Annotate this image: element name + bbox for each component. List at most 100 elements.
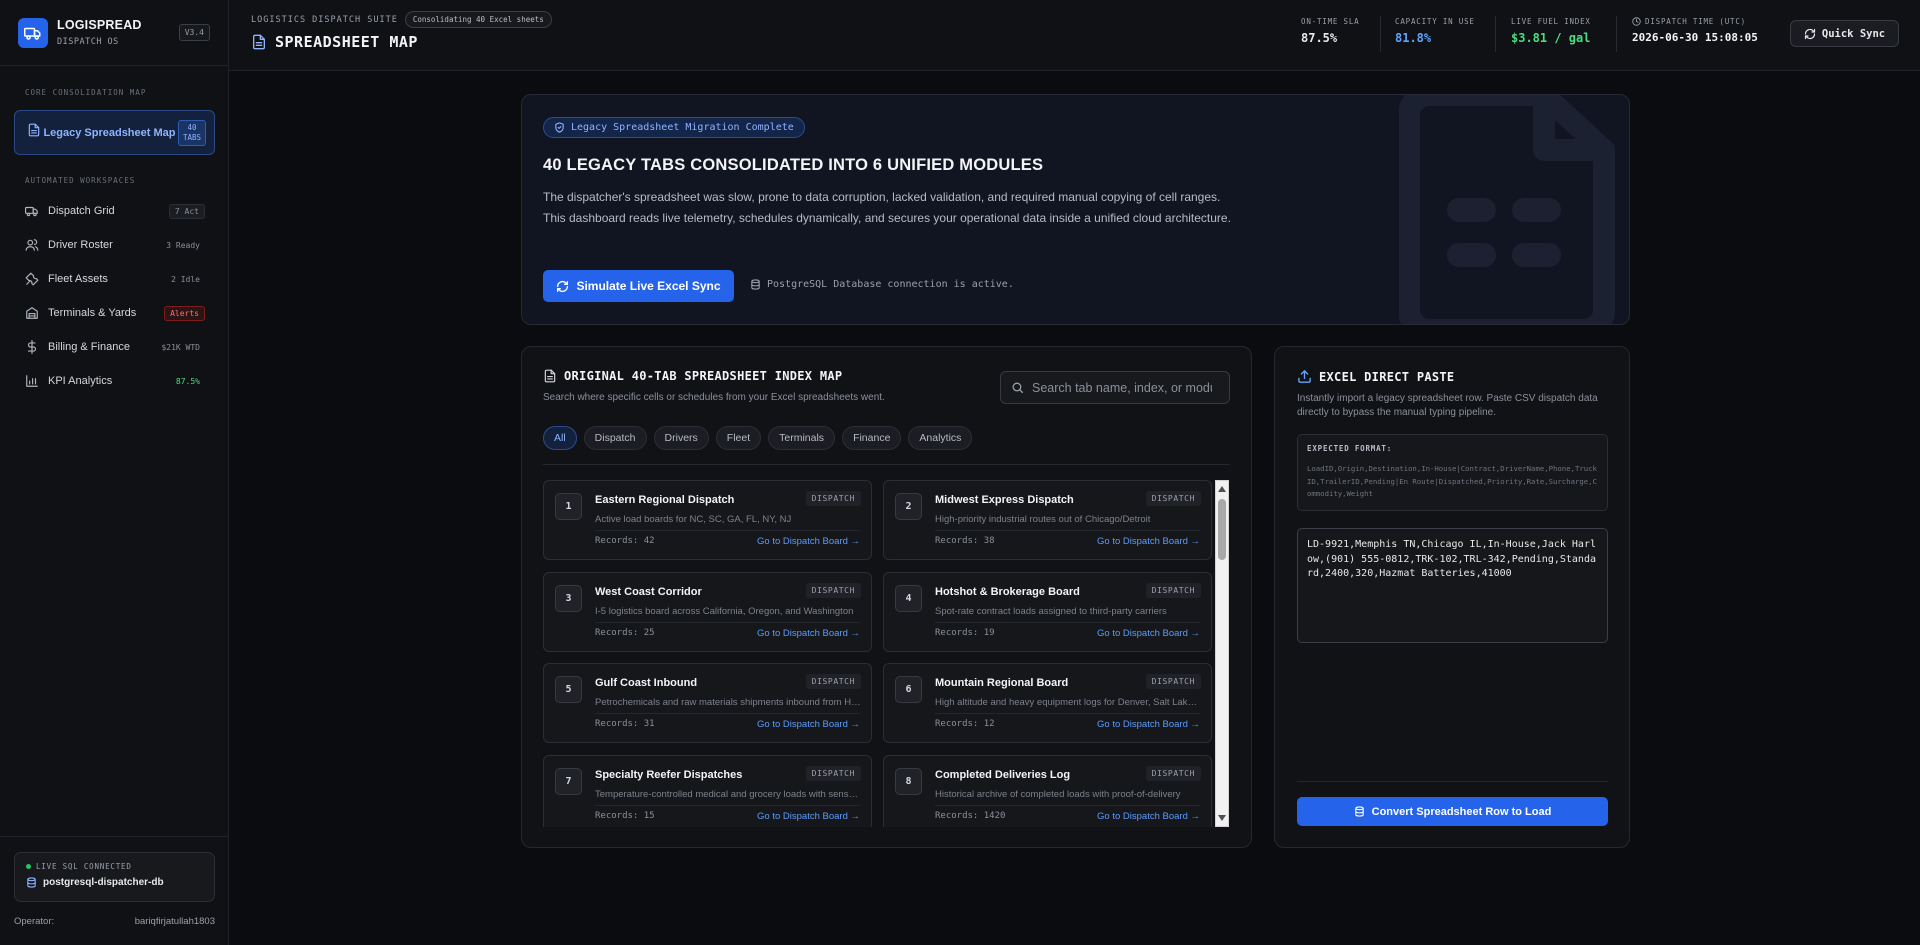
filter-drivers[interactable]: Drivers	[653, 426, 709, 450]
database-icon	[26, 877, 37, 888]
go-to-board-link[interactable]: Go to Dispatch Board →	[757, 536, 860, 547]
filter-dispatch[interactable]: Dispatch	[583, 426, 647, 450]
divider	[595, 530, 860, 531]
sidebar-item-label: Fleet Assets	[48, 273, 108, 285]
divider	[935, 622, 1200, 623]
go-to-board-link[interactable]: Go to Dispatch Board →	[757, 811, 860, 822]
shield-check-icon	[554, 122, 565, 133]
records-count: Records: 38	[935, 536, 995, 546]
tab-card[interactable]: 8 Completed Deliveries Log DISPATCH Hist…	[883, 755, 1212, 827]
sidebar: LOGISPREAD DISPATCH OS V3.4 CORE CONSOLI…	[0, 0, 229, 945]
cards-scrollbar[interactable]	[1215, 480, 1229, 827]
quick-sync-label: Quick Sync	[1821, 27, 1886, 40]
sidebar-item-billing-finance[interactable]: Billing & Finance $21K WTD	[0, 330, 229, 364]
module-tag: DISPATCH	[1145, 491, 1201, 506]
badge-count: 40	[187, 122, 197, 132]
sidebar-item-driver-roster[interactable]: Driver Roster 3 Ready	[0, 228, 229, 262]
sidebar-item-label: Terminals & Yards	[48, 307, 137, 319]
suite-label: LOGISTICS DISPATCH SUITE	[251, 14, 398, 25]
metric-dispatch-time: DISPATCH TIME (UTC) 2026-06-30 15:08:05	[1632, 17, 1758, 44]
go-to-board-link[interactable]: Go to Dispatch Board →	[1097, 811, 1200, 822]
tabs-count-badge: 40 TABS	[177, 119, 206, 146]
module-tag: DISPATCH	[1145, 583, 1201, 598]
tab-description: Temperature-controlled medical and groce…	[595, 789, 861, 800]
divider	[935, 713, 1200, 714]
tab-card[interactable]: 4 Hotshot & Brokerage Board DISPATCH Spo…	[883, 572, 1212, 652]
search-input[interactable]	[1032, 380, 1212, 395]
kpi-badge: 87.5%	[175, 376, 200, 386]
wrench-icon	[24, 271, 40, 287]
go-to-board-link[interactable]: Go to Dispatch Board →	[1097, 628, 1200, 639]
filter-fleet[interactable]: Fleet	[715, 426, 762, 450]
operator-name: bariqfirjatullah1803	[134, 916, 215, 927]
go-to-board-link[interactable]: Go to Dispatch Board →	[1097, 536, 1200, 547]
db-status-text: PostgreSQL Database connection is active…	[767, 279, 1014, 290]
consolidation-chip: Consolidating 40 Excel sheets	[404, 11, 552, 28]
tab-description: Historical archive of completed loads wi…	[935, 789, 1181, 800]
divider	[595, 622, 860, 623]
button-label: Convert Spreadsheet Row to Load	[1371, 805, 1552, 818]
filter-all[interactable]: All	[543, 426, 577, 450]
records-count: Records: 31	[595, 719, 655, 729]
sidebar-item-label: Driver Roster	[48, 239, 113, 251]
filter-terminals[interactable]: Terminals	[768, 426, 836, 450]
module-tag: DISPATCH	[805, 491, 861, 506]
tab-index: 2	[895, 493, 922, 520]
format-text: LoadID,Origin,Destination,In-House|Contr…	[1307, 464, 1597, 498]
sidebar-item-fleet-assets[interactable]: Fleet Assets 2 Idle	[0, 262, 229, 296]
quick-sync-button[interactable]: Quick Sync	[1790, 20, 1899, 47]
divider	[935, 805, 1200, 806]
refresh-icon	[556, 280, 569, 293]
go-to-board-link[interactable]: Go to Dispatch Board →	[757, 628, 860, 639]
db-status-label: LIVE SQL CONNECTED	[36, 862, 132, 871]
tab-card[interactable]: 3 West Coast Corridor DISPATCH I-5 logis…	[543, 572, 872, 652]
module-tag: DISPATCH	[805, 583, 861, 598]
tab-card[interactable]: 6 Mountain Regional Board DISPATCH High …	[883, 663, 1212, 743]
convert-row-button[interactable]: Convert Spreadsheet Row to Load	[1297, 797, 1608, 826]
idle-count-badge: 2 Idle	[171, 274, 200, 284]
tab-index: 3	[555, 585, 582, 612]
tab-card[interactable]: 5 Gulf Coast Inbound DISPATCH Petrochemi…	[543, 663, 872, 743]
spreadsheet-icon	[27, 123, 41, 142]
filter-tabs: All Dispatch Drivers Fleet Terminals Fin…	[543, 426, 979, 450]
scroll-down-icon[interactable]	[1218, 815, 1226, 821]
spreadsheet-watermark-icon	[1398, 95, 1629, 324]
records-count: Records: 15	[595, 811, 655, 821]
button-label: Simulate Live Excel Sync	[576, 279, 721, 293]
tab-card[interactable]: 7 Specialty Reefer Dispatches DISPATCH T…	[543, 755, 872, 827]
search-icon	[1011, 381, 1024, 394]
simulate-sync-button[interactable]: Simulate Live Excel Sync	[543, 270, 734, 302]
sidebar-item-terminals-yards[interactable]: Terminals & Yards Alerts	[0, 296, 229, 330]
tab-card[interactable]: 1 Eastern Regional Dispatch DISPATCH Act…	[543, 480, 872, 560]
tab-card[interactable]: 2 Midwest Express Dispatch DISPATCH High…	[883, 480, 1212, 560]
sidebar-divider	[0, 836, 229, 837]
search-field[interactable]	[1000, 371, 1230, 404]
truck-logo-icon	[18, 17, 48, 48]
metric-label: LIVE FUEL INDEX	[1511, 17, 1591, 26]
csv-paste-textarea[interactable]: LD-9921,Memphis TN,Chicago IL,In-House,J…	[1297, 528, 1608, 643]
divider	[543, 464, 1230, 465]
tab-title: Eastern Regional Dispatch	[595, 494, 735, 506]
sidebar-item-dispatch-grid[interactable]: Dispatch Grid 7 Act	[0, 194, 229, 228]
metric-value: $3.81 / gal	[1511, 31, 1591, 45]
scroll-thumb[interactable]	[1218, 499, 1226, 560]
records-count: Records: 1420	[935, 811, 1006, 821]
sidebar-item-kpi-analytics[interactable]: KPI Analytics 87.5%	[0, 364, 229, 398]
metric-label: CAPACITY IN USE	[1395, 17, 1475, 26]
core-section-label: CORE CONSOLIDATION MAP	[25, 88, 147, 97]
tab-title: Midwest Express Dispatch	[935, 494, 1074, 506]
metric-label: ON-TIME SLA	[1301, 17, 1360, 26]
clock-icon	[1632, 17, 1641, 26]
filter-analytics[interactable]: Analytics	[908, 426, 973, 450]
document-icon	[543, 369, 557, 383]
filter-finance[interactable]: Finance	[842, 426, 902, 450]
scroll-up-icon[interactable]	[1218, 486, 1226, 492]
page-title: SPREADSHEET MAP	[275, 33, 418, 51]
go-to-board-link[interactable]: Go to Dispatch Board →	[1097, 719, 1200, 730]
metric-value: 2026-06-30 15:08:05	[1632, 31, 1758, 44]
go-to-board-link[interactable]: Go to Dispatch Board →	[757, 719, 860, 730]
sidebar-item-legacy-spreadsheet-map[interactable]: Legacy Spreadsheet Map 40 TABS	[14, 110, 215, 155]
badge-label: Legacy Spreadsheet Migration Complete	[571, 122, 794, 133]
tab-description: Petrochemicals and raw materials shipmen…	[595, 697, 861, 708]
chart-icon	[24, 373, 40, 389]
